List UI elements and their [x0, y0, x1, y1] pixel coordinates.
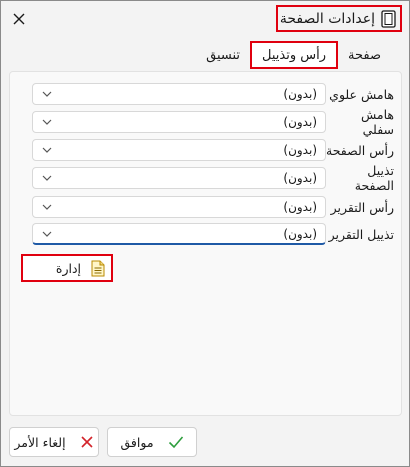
chevron-down-icon — [42, 91, 52, 97]
title-bar: إعدادات الصفحة — [1, 1, 409, 37]
field-row-page-header: رأس الصفحة (بدون) — [21, 139, 396, 161]
close-button[interactable] — [9, 9, 29, 29]
bottom-margin-label: هامش سفلي — [360, 107, 394, 137]
report-footer-value: (بدون) — [283, 226, 317, 241]
manage-button[interactable]: إدارة — [21, 254, 113, 282]
dialog-title: إعدادات الصفحة — [279, 10, 375, 27]
page-setup-icon — [381, 9, 396, 28]
x-mark-icon — [81, 436, 93, 448]
tab-header-footer-label: رأس وتذييل — [262, 47, 327, 63]
page-setup-dialog: إعدادات الصفحة صفحة رأس وتذييل تنسيق هام… — [0, 0, 410, 467]
top-margin-select[interactable]: (بدون) — [32, 83, 326, 105]
field-row-bottom-margin: هامش سفلي (بدون) — [21, 107, 396, 137]
top-margin-label: هامش علوي — [329, 86, 394, 102]
close-icon — [13, 13, 25, 25]
title-highlight: إعدادات الصفحة — [276, 5, 402, 32]
manage-label: إدارة — [55, 260, 81, 276]
tab-page[interactable]: صفحة — [338, 41, 391, 69]
chevron-down-icon — [42, 119, 52, 125]
cancel-button[interactable]: إلغاء الأمر — [9, 427, 99, 457]
chevron-down-icon — [42, 231, 52, 237]
bottom-margin-select[interactable]: (بدون) — [32, 111, 326, 133]
field-row-page-footer: تذييل الصفحة (بدون) — [21, 163, 396, 193]
field-row-report-header: رأس التقرير (بدون) — [21, 196, 396, 218]
document-list-icon — [91, 260, 105, 276]
report-header-label: رأس التقرير — [330, 199, 394, 215]
chevron-down-icon — [42, 204, 52, 210]
page-footer-label: تذييل الصفحة — [354, 163, 394, 193]
cancel-label: إلغاء الأمر — [14, 434, 66, 450]
tab-format-label: تنسيق — [206, 47, 241, 63]
page-header-select[interactable]: (بدون) — [32, 139, 326, 161]
chevron-down-icon — [42, 147, 52, 153]
field-row-report-footer: تذييل التقرير (بدون) — [21, 223, 396, 245]
field-row-top-margin: هامش علوي (بدون) — [21, 83, 396, 105]
ok-label: موافق — [120, 434, 154, 450]
chevron-down-icon — [42, 175, 52, 181]
page-header-label: رأس الصفحة — [326, 142, 394, 158]
tab-page-label: صفحة — [348, 47, 381, 63]
report-header-value: (بدون) — [283, 200, 317, 214]
report-footer-select[interactable]: (بدون) — [32, 223, 326, 245]
page-footer-select[interactable]: (بدون) — [32, 167, 326, 189]
page-header-value: (بدون) — [283, 143, 317, 157]
report-header-select[interactable]: (بدون) — [32, 196, 326, 218]
ok-button[interactable]: موافق — [107, 427, 197, 457]
header-footer-panel: هامش علوي (بدون) هامش سفلي (بدون) رأس ال… — [9, 71, 402, 416]
report-footer-label: تذييل التقرير — [328, 226, 394, 242]
bottom-margin-value: (بدون) — [283, 115, 317, 129]
checkmark-icon — [168, 436, 183, 449]
tab-strip: صفحة رأس وتذييل تنسيق — [196, 41, 391, 69]
page-footer-value: (بدون) — [283, 171, 317, 185]
tab-format[interactable]: تنسيق — [196, 41, 250, 69]
top-margin-value: (بدون) — [283, 87, 317, 101]
tab-header-footer[interactable]: رأس وتذييل — [250, 41, 339, 69]
